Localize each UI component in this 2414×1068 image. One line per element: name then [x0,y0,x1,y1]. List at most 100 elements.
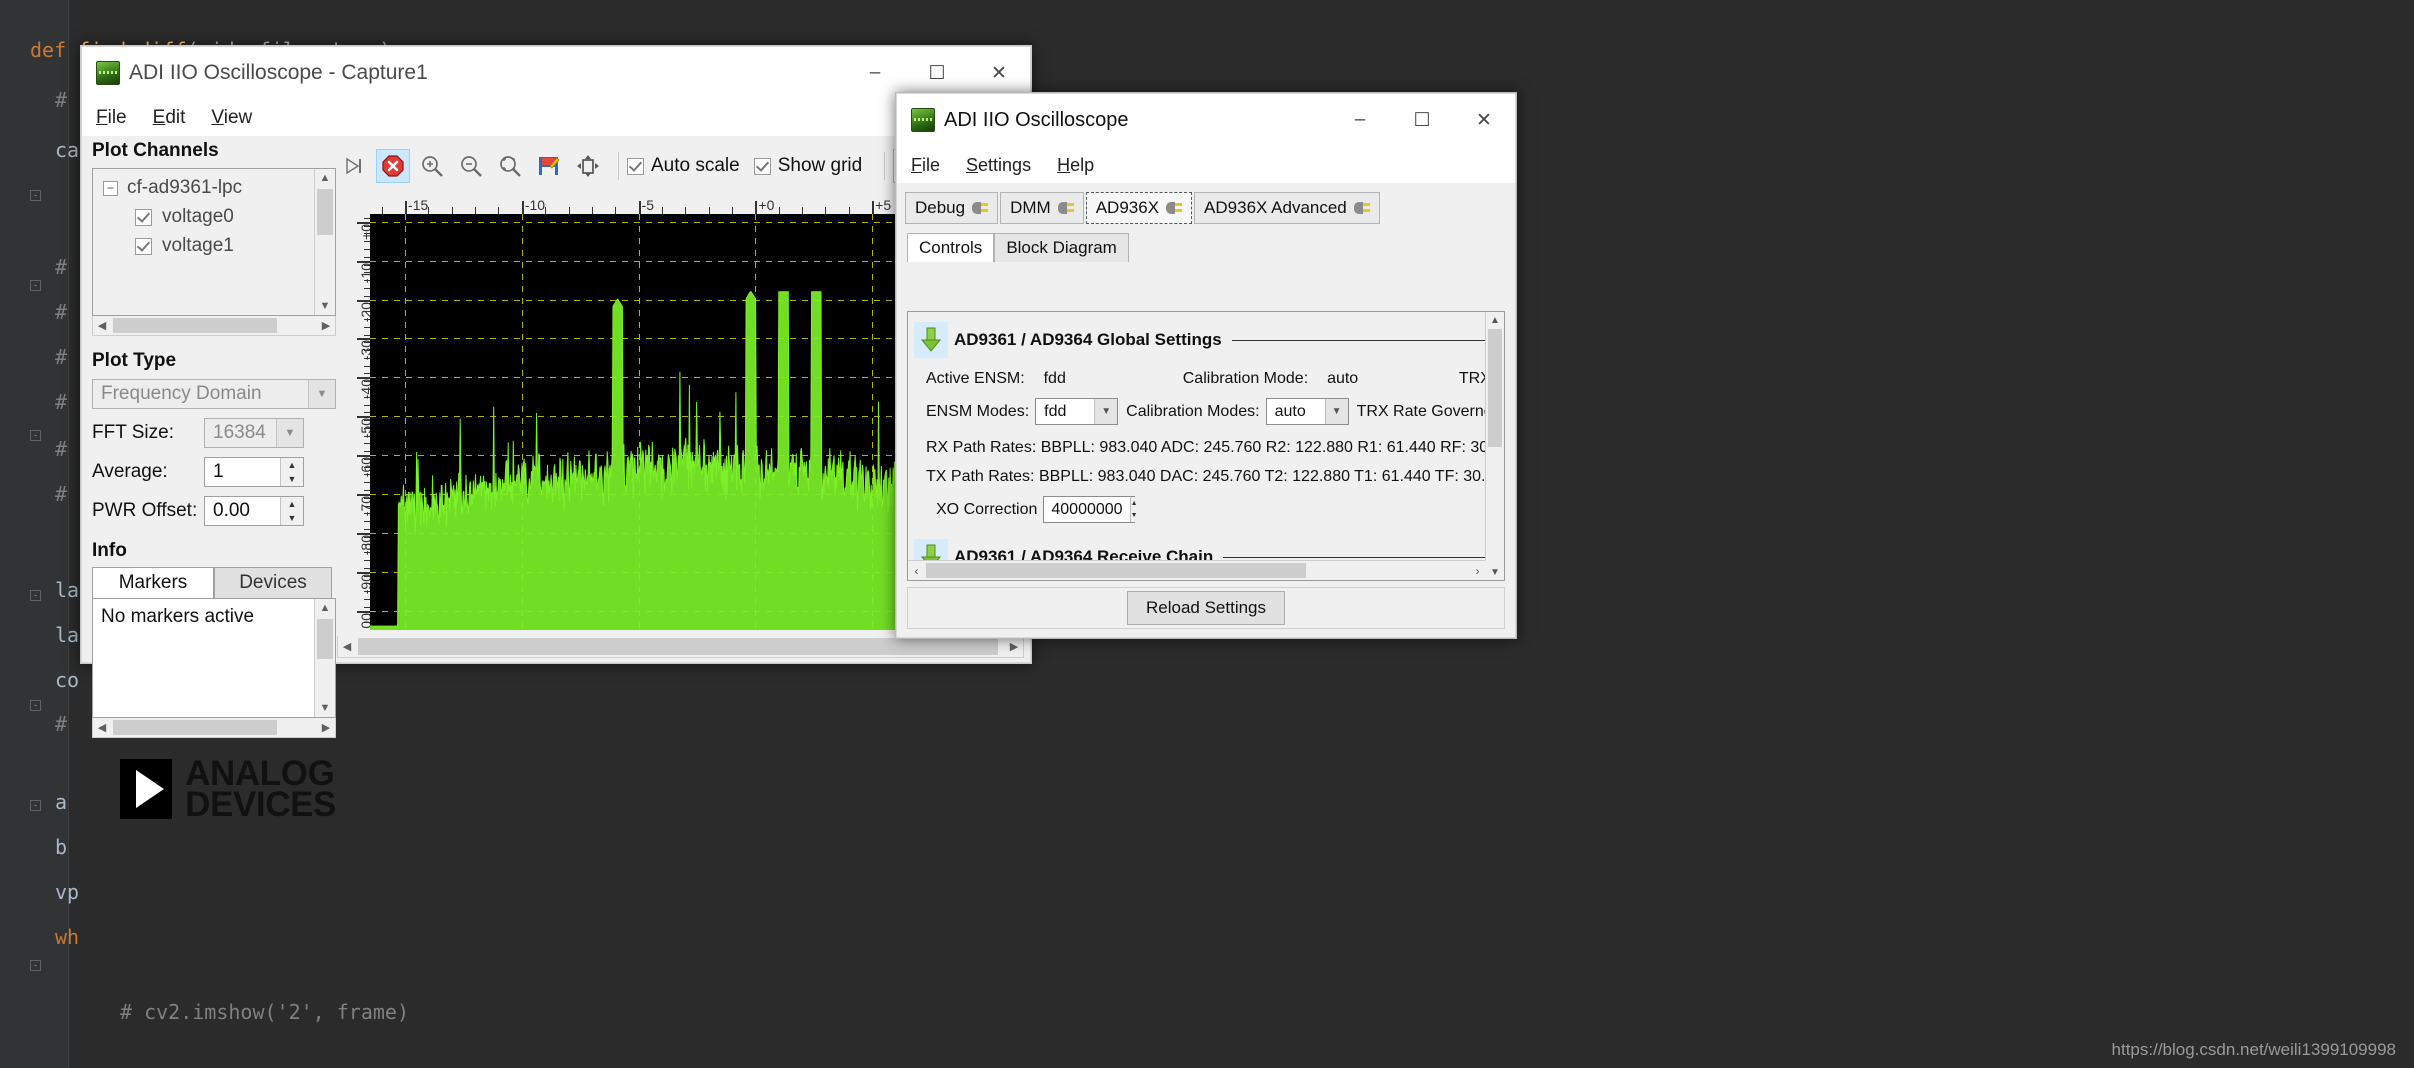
panel-vertical-scrollbar[interactable]: ▲ ▼ [1485,312,1504,580]
chevron-down-icon[interactable]: ▼ [1094,399,1117,424]
tab-ad936x-advanced[interactable]: AD936X Advanced [1194,192,1380,224]
hscroll-thumb[interactable] [113,318,277,333]
close-button[interactable]: ✕ [1453,94,1515,146]
markers-text-area[interactable]: No markers active ▲ ▼ [92,598,336,718]
tab-debug[interactable]: Debug [905,192,998,224]
hscroll-thumb[interactable] [926,563,1306,578]
spin-up-icon[interactable]: ▲ [281,497,303,511]
scroll-right-icon[interactable]: › [1469,564,1486,578]
tree-root-device[interactable]: − cf-ad9361-lpc [93,169,335,199]
plot-hscroll[interactable]: ◀ ▶ [337,636,1024,658]
collapse-icon[interactable]: − [103,181,118,196]
average-value[interactable]: 1 [205,461,280,483]
plot-domain-combo[interactable]: Frequency Domain ▼ [92,379,336,409]
channels-horizontal-scrollbar[interactable]: ◀ ▶ [92,316,336,336]
channel-voltage0[interactable]: voltage0 [93,199,335,228]
checkbox-voltage1[interactable] [135,238,152,255]
pwr-offset-value[interactable]: 0.00 [205,500,280,522]
fold-marker[interactable]: - [30,190,41,201]
global-settings-header[interactable]: AD9361 / AD9364 Global Settings [914,322,1504,358]
fold-marker[interactable]: - [30,800,41,811]
markers-vertical-scrollbar[interactable]: ▲ ▼ [314,599,335,717]
maximize-button[interactable]: ☐ [1391,94,1453,146]
tab-block-diagram[interactable]: Block Diagram [994,233,1129,262]
collapse-arrow-icon[interactable] [914,322,948,358]
spin-up-icon[interactable]: ▲ [281,458,303,472]
menu-file[interactable]: File [96,107,127,129]
fold-marker[interactable]: - [30,960,41,971]
checkbox-voltage0[interactable] [135,209,152,226]
checkbox-box[interactable] [627,158,644,175]
stop-icon[interactable] [376,149,410,183]
zoom-out-icon[interactable] [454,149,488,183]
xo-correction-stepper[interactable]: 40000000 ▲ ▼ [1043,496,1135,523]
scroll-right-icon[interactable]: ▶ [1005,640,1023,653]
spin-up-icon[interactable]: ▲ [1131,497,1138,510]
tab-controls[interactable]: Controls [907,233,994,262]
checkbox-box[interactable] [754,158,771,175]
tab-devices[interactable]: Devices [214,567,332,598]
zoom-fit-icon[interactable] [493,149,527,183]
scroll-down-icon[interactable]: ▼ [315,297,335,315]
scroll-left-icon[interactable]: ◀ [338,640,356,653]
hscroll-thumb[interactable] [113,720,277,735]
chevron-down-icon[interactable]: ▼ [276,419,303,447]
channels-vertical-scrollbar[interactable]: ▲ ▼ [314,169,335,315]
channel-voltage1[interactable]: voltage1 [93,228,335,257]
show-grid-checkbox[interactable]: Show grid [754,155,863,177]
scroll-right-icon[interactable]: ▶ [317,721,335,734]
pwr-offset-stepper[interactable]: 0.00 ▲ ▼ [204,496,304,526]
panel-horizontal-scrollbar[interactable]: ‹ › [908,560,1486,580]
pwr-spin-buttons[interactable]: ▲ ▼ [280,497,303,525]
scroll-up-icon[interactable]: ▲ [1486,312,1504,328]
scroll-down-icon[interactable]: ▼ [1486,564,1504,580]
plot-bottom-scrollbar[interactable]: ◀ ▶ [337,636,1024,658]
scroll-thumb[interactable] [317,189,333,235]
scroll-right-icon[interactable]: ▶ [317,319,335,332]
chevron-down-icon[interactable]: ▼ [308,380,335,408]
menu-view[interactable]: View [211,107,252,129]
fold-marker[interactable]: - [30,590,41,601]
menu-help[interactable]: Help [1057,155,1094,176]
minimize-button[interactable]: – [1329,94,1391,146]
markers-horizontal-scrollbar[interactable]: ◀ ▶ [92,718,336,738]
scroll-left-icon[interactable]: ◀ [93,721,111,734]
hscroll-thumb[interactable] [358,638,998,655]
average-spin-buttons[interactable]: ▲ ▼ [280,458,303,486]
zoom-in-icon[interactable] [415,149,449,183]
scroll-up-icon[interactable]: ▲ [315,169,335,187]
scroll-left-icon[interactable]: ‹ [908,564,925,578]
save-icon[interactable] [532,149,566,183]
scroll-down-icon[interactable]: ▼ [315,699,335,717]
scroll-thumb[interactable] [1488,329,1502,447]
menu-edit[interactable]: Edit [153,107,186,129]
spin-down-icon[interactable]: ▼ [281,472,303,486]
scroll-thumb[interactable] [317,619,333,659]
spin-down-icon[interactable]: ▼ [1131,510,1138,523]
average-stepper[interactable]: 1 ▲ ▼ [204,457,304,487]
menu-file[interactable]: File [911,155,940,176]
tab-dmm[interactable]: DMM [1000,192,1084,224]
reload-settings-button[interactable]: Reload Settings [1127,591,1285,625]
xo-spin-buttons[interactable]: ▲ ▼ [1130,497,1138,522]
calibration-modes-combo[interactable]: auto ▼ [1266,398,1349,425]
menu-settings[interactable]: Settings [966,155,1031,176]
xo-correction-value[interactable]: 40000000 [1044,501,1129,519]
spin-down-icon[interactable]: ▼ [281,511,303,525]
pan-icon[interactable] [571,149,605,183]
iio-oscilloscope-window[interactable]: ADI IIO Oscilloscope – ☐ ✕ File Settings… [895,92,1517,639]
chevron-down-icon[interactable]: ▼ [1325,399,1348,424]
step-forward-icon[interactable] [337,149,371,183]
scroll-left-icon[interactable]: ◀ [93,319,111,332]
fold-marker[interactable]: - [30,280,41,291]
capture-window[interactable]: ADI IIO Oscilloscope - Capture1 – ☐ ✕ Fi… [80,45,1032,664]
scroll-up-icon[interactable]: ▲ [315,599,335,617]
plot-channels-list[interactable]: − cf-ad9361-lpc voltage0 voltage1 ▲ ▼ [92,168,336,316]
fold-marker[interactable]: - [30,430,41,441]
ensm-modes-combo[interactable]: fdd ▼ [1035,398,1118,425]
fold-marker[interactable]: - [30,700,41,711]
tab-markers[interactable]: Markers [92,567,214,598]
auto-scale-checkbox[interactable]: Auto scale [627,155,740,177]
tab-ad936x[interactable]: AD936X [1086,192,1192,224]
fft-size-combo[interactable]: 16384 ▼ [204,418,304,448]
